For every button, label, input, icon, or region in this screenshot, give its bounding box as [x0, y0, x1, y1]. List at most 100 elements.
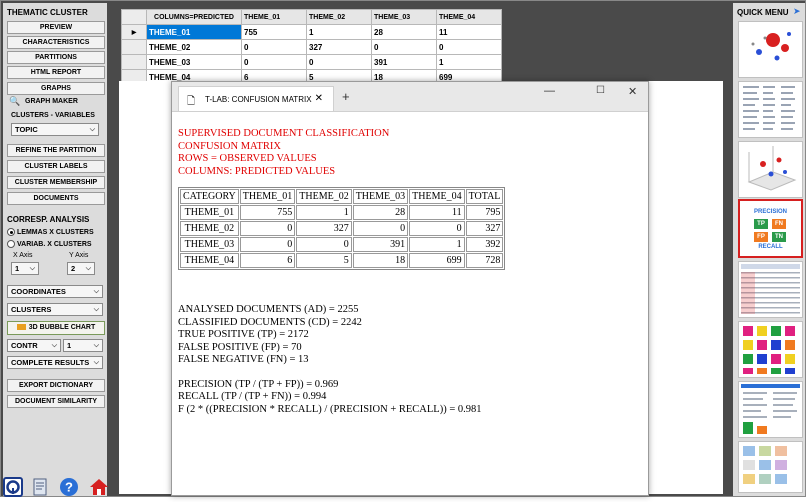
bubble-map-thumbnail[interactable] — [738, 21, 803, 78]
fn-cell: FN — [772, 219, 786, 229]
heatmap-thumbnail[interactable] — [738, 321, 803, 378]
html-report-button[interactable]: HTML REPORT — [7, 66, 105, 79]
cm-cell: 0 — [239, 221, 296, 236]
grid-cell[interactable]: 11 — [436, 24, 502, 40]
close-window-icon[interactable]: ✕ — [628, 85, 637, 98]
grid-cell[interactable]: 1 — [306, 24, 372, 40]
table-thumbnail[interactable] — [738, 261, 803, 318]
characteristics-button[interactable]: CHARACTERISTICS — [7, 36, 105, 49]
row-pointer-icon: ▶ — [121, 24, 147, 40]
coordinates-select[interactable]: COORDINATES ⌵ — [7, 285, 103, 298]
radio-unselected-icon — [7, 240, 15, 248]
export-dictionary-button[interactable]: EXPORT DICTIONARY — [7, 379, 105, 392]
contr-number-select[interactable]: 1 ⌵ — [63, 339, 103, 352]
cm-cell: 6 — [239, 253, 296, 268]
grid-cell[interactable]: 0 — [306, 54, 372, 70]
x-axis-label: X Axis — [13, 252, 33, 259]
cm-header: TOTAL — [465, 189, 504, 204]
grid-cell[interactable]: 1 — [436, 54, 502, 70]
grid-cell[interactable]: THEME_01 — [146, 24, 242, 40]
grid-cell[interactable]: THEME_02 — [146, 39, 242, 55]
cm-cell: 0 — [409, 221, 465, 236]
mosaic-thumbnail[interactable] — [738, 441, 803, 493]
new-tab-icon[interactable]: + — [342, 89, 350, 104]
grid-cell[interactable]: 0 — [241, 54, 307, 70]
grid-cell[interactable]: THEME_03 — [146, 54, 242, 70]
document-icon: 🗋 — [187, 96, 196, 107]
confusion-matrix-table: CATEGORY THEME_01 THEME_02 THEME_03 THEM… — [178, 187, 506, 270]
radio-lemmas-clusters[interactable]: LEMMAS X CLUSTERS — [7, 228, 94, 236]
topic-select[interactable]: TOPIC ⌵ — [11, 123, 99, 136]
table-row[interactable]: THEME_03 0 0 391 1 — [121, 54, 502, 70]
complete-results-value: COMPLETE RESULTS — [11, 358, 90, 367]
maximize-icon[interactable]: ☐ — [596, 85, 605, 96]
preview-button[interactable]: PREVIEW — [7, 21, 105, 34]
cluster-membership-button[interactable]: CLUSTER MEMBERSHIP — [7, 176, 105, 189]
cm-header: THEME_04 — [409, 189, 465, 204]
table-row[interactable]: ▶ THEME_01 755 1 28 11 — [121, 24, 502, 40]
radio-selected-icon — [7, 228, 15, 236]
close-tab-icon[interactable]: ✕ — [315, 93, 323, 104]
grid-cell[interactable]: 391 — [371, 54, 437, 70]
tn-cell: TN — [772, 232, 786, 242]
graph-maker-button[interactable]: GRAPH MAKER — [25, 98, 78, 105]
cm-cell: 728 — [465, 253, 504, 268]
partitions-button[interactable]: PARTITIONS — [7, 51, 105, 64]
grid-cell[interactable]: 327 — [306, 39, 372, 55]
table-image — [741, 264, 800, 314]
heading-line: SUPERVISED DOCUMENT CLASSIFICATION — [178, 128, 390, 139]
magnifier-icon: 🔍 — [9, 96, 21, 106]
precision-recall-thumbnail[interactable]: PRECISION TP FN FP TN RECALL — [738, 199, 803, 258]
quick-menu-title: QUICK MENU — [737, 8, 789, 17]
x-axis-value: 1 — [15, 264, 20, 273]
cm-header: THEME_03 — [352, 189, 409, 204]
grid-header-row: COLUMNS=PREDICTED THEME_01 THEME_02 THEM… — [121, 9, 502, 25]
radio-variab-clusters[interactable]: VARIAB. X CLUSTERS — [7, 240, 92, 248]
tab-confusion-matrix[interactable]: 🗋 T-LAB: CONFUSION MATRIX ✕ — [178, 86, 334, 111]
cm-cell: 28 — [352, 205, 409, 220]
report-thumbnail[interactable] — [738, 381, 803, 438]
heading-line: ROWS = OBSERVED VALUES — [178, 153, 317, 164]
cm-cell: 18 — [352, 253, 409, 268]
x-axis-select[interactable]: 1 ⌵ — [11, 262, 39, 275]
documents-button[interactable]: DOCUMENTS — [7, 192, 105, 205]
3d-bubble-chart-button[interactable]: 3D BUBBLE CHART — [7, 321, 105, 335]
cm-header-row: CATEGORY THEME_01 THEME_02 THEME_03 THEM… — [180, 189, 504, 204]
grid-cell[interactable]: 0 — [436, 39, 502, 55]
clusters-select[interactable]: CLUSTERS ⌵ — [7, 303, 103, 316]
grid-cell[interactable]: 28 — [371, 24, 437, 40]
topic-select-value: TOPIC — [15, 125, 38, 134]
cm-header: THEME_01 — [239, 189, 296, 204]
report-heading: SUPERVISED DOCUMENT CLASSIFICATION CONFU… — [178, 128, 505, 178]
grid-cell[interactable]: 0 — [371, 39, 437, 55]
3d-plot-thumbnail[interactable] — [738, 141, 803, 198]
home-icon[interactable] — [89, 477, 109, 497]
cluster-labels-button[interactable]: CLUSTER LABELS — [7, 160, 105, 173]
cm-cell: 0 — [352, 221, 409, 236]
stat-line: CLASSIFIED DOCUMENTS (CD) = 2242 — [178, 316, 362, 328]
cm-cell: 11 — [409, 205, 465, 220]
report-image — [741, 384, 800, 434]
cm-cell: THEME_04 — [180, 253, 239, 268]
tab-title: T-LAB: CONFUSION MATRIX — [205, 95, 312, 104]
grid-header: THEME_02 — [306, 9, 372, 25]
help-icon[interactable]: ? — [59, 477, 79, 497]
contr-value: CONTR — [11, 341, 38, 350]
expand-arrow-icon[interactable]: ➤ — [793, 6, 801, 17]
contr-select[interactable]: CONTR ⌵ — [7, 339, 61, 352]
grid-cell[interactable]: 0 — [241, 39, 307, 55]
complete-results-select[interactable]: COMPLETE RESULTS ⌵ — [7, 356, 103, 369]
quick-menu-panel: QUICK MENU ➤ PRECISION TP FN FP TN RECAL… — [733, 3, 805, 496]
grid-cell[interactable]: 755 — [241, 24, 307, 40]
refine-partition-button[interactable]: REFINE THE PARTITION — [7, 144, 105, 157]
cm-cell: 327 — [296, 221, 352, 236]
minimize-icon[interactable]: — — [544, 85, 555, 97]
graphs-button[interactable]: GRAPHS — [7, 82, 105, 95]
tlab-logo-icon[interactable] — [3, 477, 23, 497]
notes-icon[interactable] — [31, 477, 51, 497]
document-similarity-button[interactable]: DOCUMENT SIMILARITY — [7, 395, 105, 408]
table-row[interactable]: THEME_02 0 327 0 0 — [121, 39, 502, 55]
list-thumbnail[interactable] — [738, 81, 803, 138]
chevron-down-icon: ⌵ — [29, 265, 35, 272]
y-axis-select[interactable]: 2 ⌵ — [67, 262, 95, 275]
